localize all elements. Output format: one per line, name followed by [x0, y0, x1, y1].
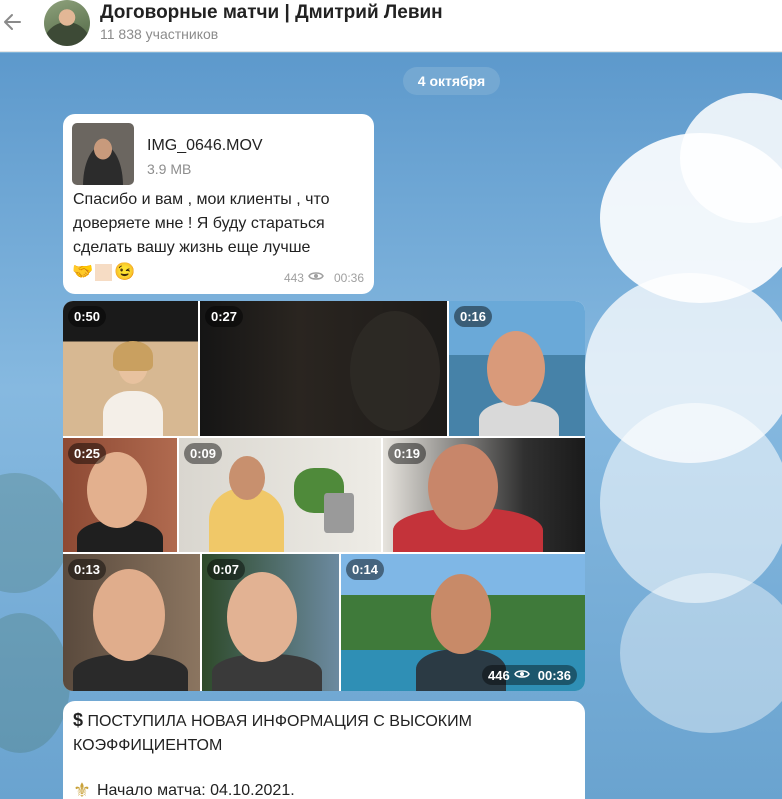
- message-time: 00:36: [333, 270, 364, 285]
- eye-icon: [513, 668, 530, 683]
- video-duration: 0:27: [205, 306, 244, 327]
- video-duration: 0:14: [346, 559, 385, 580]
- arrow-left-icon[interactable]: [0, 8, 28, 36]
- video-thumbnail[interactable]: 0:50: [63, 301, 198, 436]
- video-duration: 0:50: [68, 306, 107, 327]
- participants-count: 11 838 участников: [100, 26, 219, 42]
- headline-text: ПОСТУПИЛА НОВАЯ ИНФОРМАЦИЯ С ВЫСОКИМ КОЭ…: [73, 713, 472, 754]
- view-count: 443: [283, 270, 304, 285]
- message-time: 00:36: [537, 667, 571, 683]
- date-separator: 4 октября: [403, 67, 500, 95]
- wink-emoji: 😉: [114, 262, 136, 281]
- match-start-line: ⚜ Начало матча: 04.10.2021.: [73, 778, 295, 799]
- handshake-emoji: 🤝: [72, 262, 94, 281]
- video-thumbnail[interactable]: 0:27: [200, 301, 447, 436]
- chat-title[interactable]: Договорные матчи | Дмитрий Левин: [100, 2, 443, 24]
- video-duration: 0:16: [454, 306, 493, 327]
- message-meta: 443 00:36: [284, 270, 364, 285]
- video-file-thumbnail[interactable]: [72, 123, 134, 185]
- album-meta: 446 00:36: [482, 665, 577, 685]
- video-thumbnail[interactable]: 0:16: [449, 301, 585, 436]
- video-duration: 0:07: [207, 559, 246, 580]
- video-thumbnail[interactable]: 0:19: [383, 438, 585, 552]
- video-thumbnail[interactable]: 0:13: [63, 554, 200, 691]
- message-bubble[interactable]: $ ПОСТУПИЛА НОВАЯ ИНФОРМАЦИЯ С ВЫСОКИМ К…: [63, 701, 585, 799]
- chat-header: Договорные матчи | Дмитрий Левин 11 838 …: [0, 0, 782, 52]
- match-start-text: Начало матча: 04.10.2021.: [96, 781, 295, 799]
- dollar-sign-icon: $: [73, 710, 84, 730]
- file-name[interactable]: IMG_0646.MOV: [147, 137, 263, 155]
- video-thumbnail[interactable]: 0:25: [63, 438, 177, 552]
- avatar[interactable]: [44, 0, 90, 46]
- info-headline: $ ПОСТУПИЛА НОВАЯ ИНФОРМАЦИЯ С ВЫСОКИМ К…: [73, 708, 553, 758]
- eye-icon: [308, 270, 324, 285]
- video-duration: 0:19: [388, 443, 427, 464]
- message-bubble[interactable]: IMG_0646.MOV 3.9 MB Спасибо и вам , мои …: [63, 114, 374, 294]
- video-duration: 0:25: [68, 443, 107, 464]
- chat-background: 4 октября IMG_0646.MOV 3.9 MB Спасибо и …: [0, 53, 782, 799]
- fleur-de-lis-icon: ⚜: [73, 780, 91, 799]
- video-album: 0:50 0:27 0:16 0:25 0:09 0:19 0:13 0:07 …: [63, 301, 585, 691]
- skin-tone-emoji: [95, 263, 113, 281]
- video-thumbnail[interactable]: 0:09: [179, 438, 381, 552]
- video-duration: 0:13: [68, 559, 107, 580]
- message-text: Спасибо и вам , мои клиенты , что доверя…: [73, 191, 330, 256]
- video-duration: 0:09: [184, 443, 223, 464]
- file-size: 3.9 MB: [147, 161, 192, 177]
- video-thumbnail[interactable]: 0:07: [202, 554, 339, 691]
- view-count: 446: [488, 667, 510, 683]
- emoji-row: 🤝 😉: [72, 262, 135, 282]
